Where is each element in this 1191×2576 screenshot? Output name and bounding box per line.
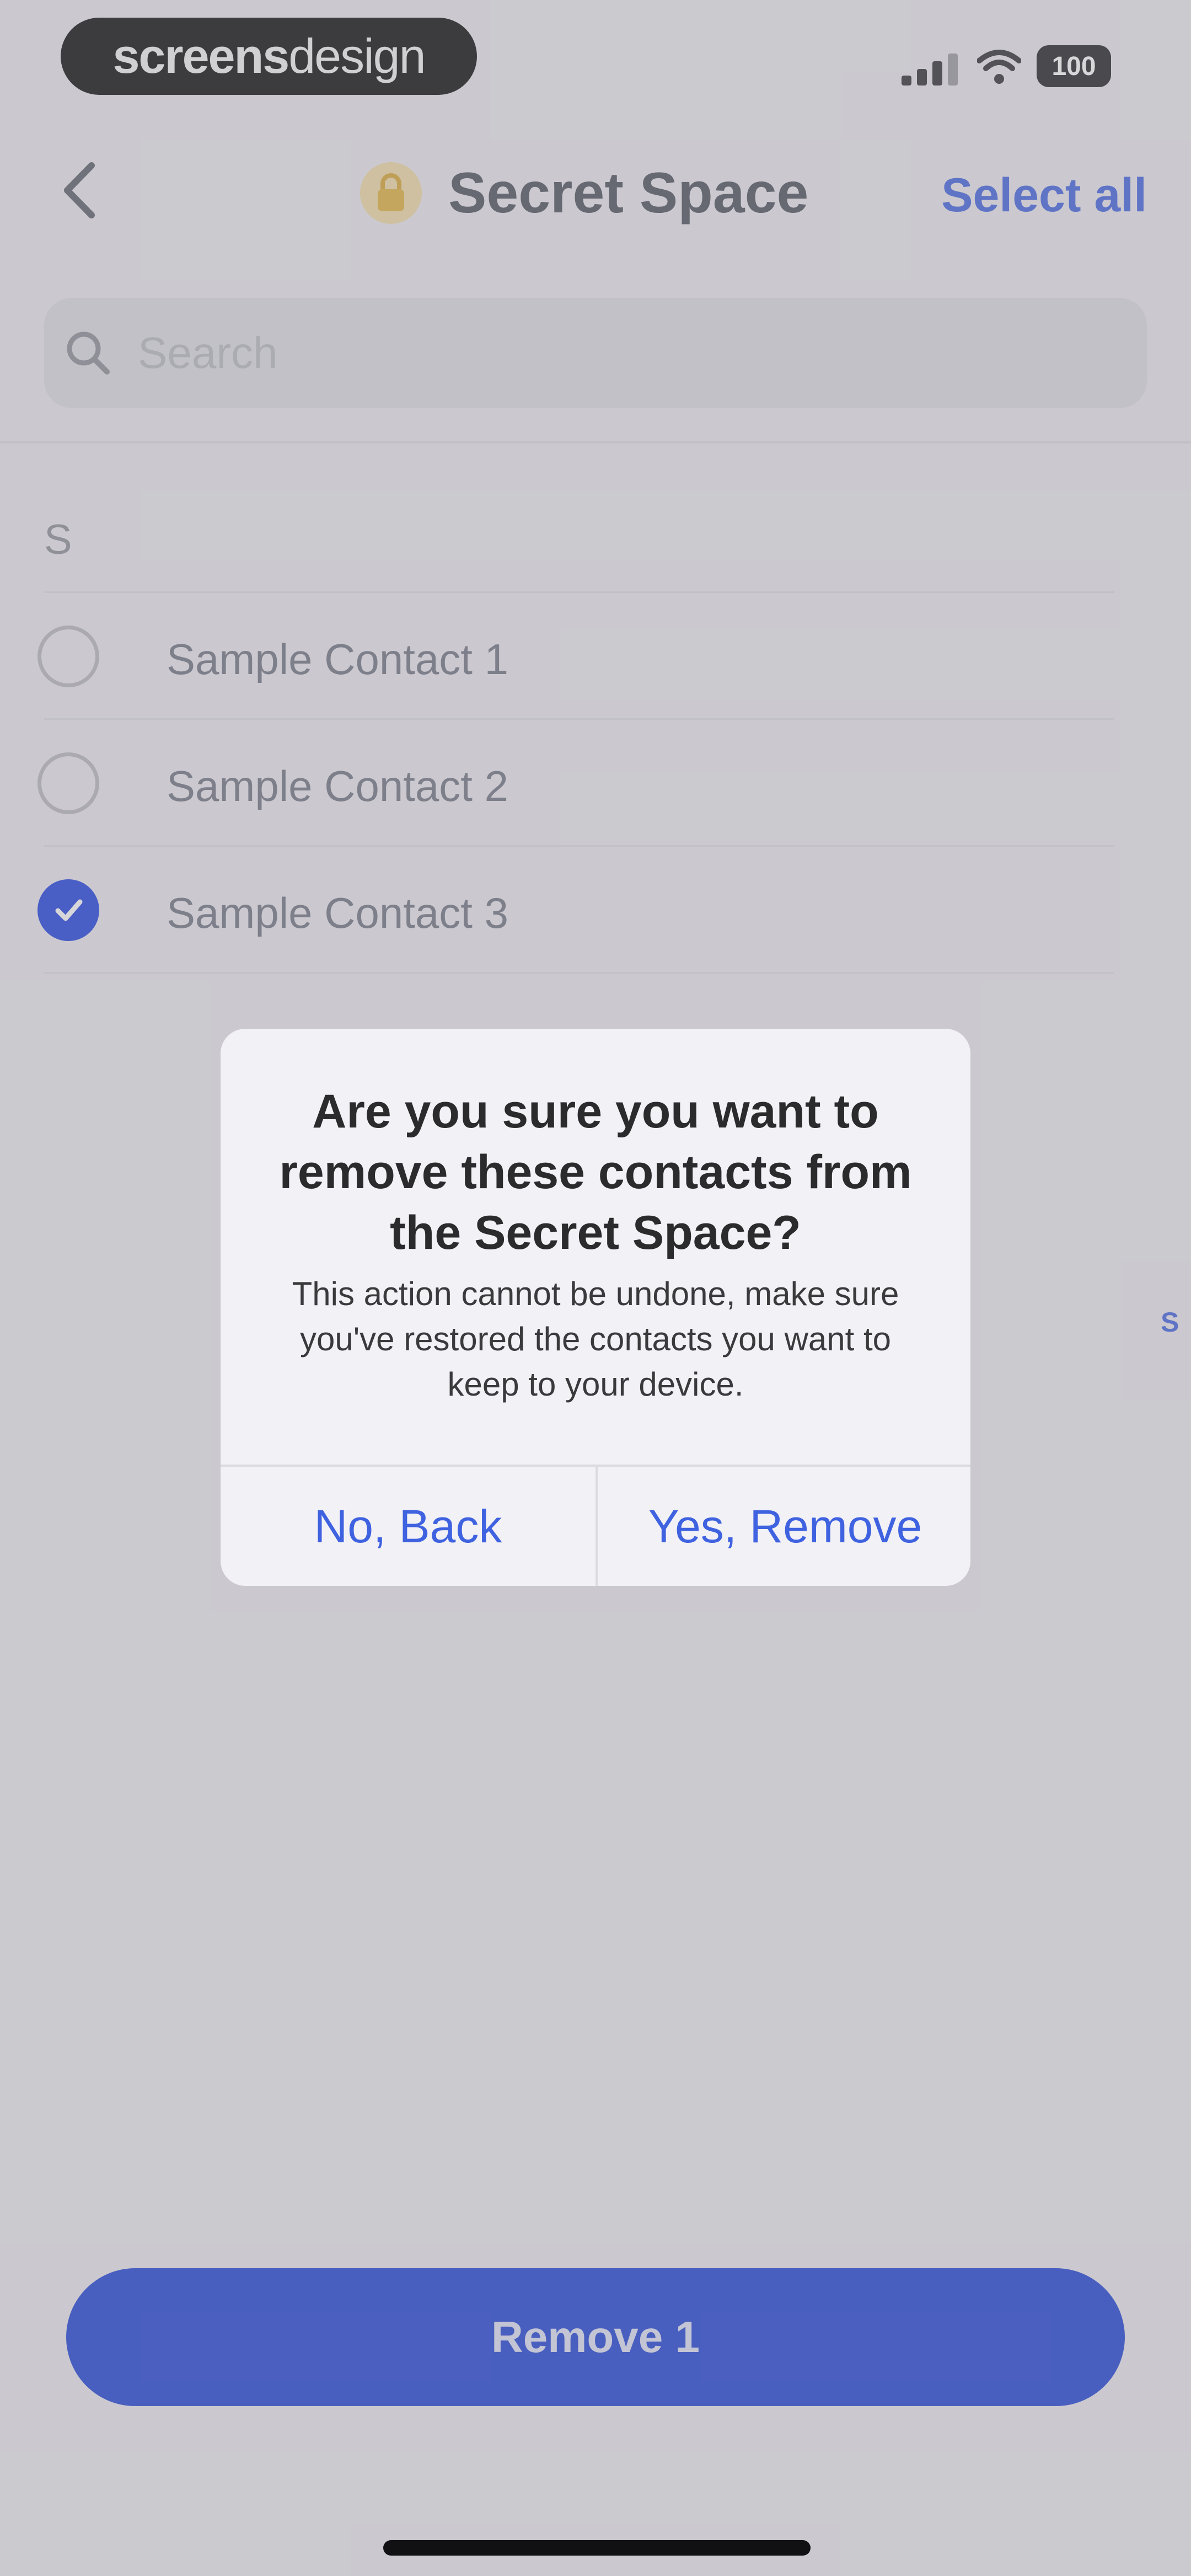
confirm-remove-dialog: Are you sure you want to remove these co… <box>221 1029 970 1586</box>
no-back-button[interactable]: No, Back <box>221 1467 596 1586</box>
yes-remove-button[interactable]: Yes, Remove <box>598 1467 970 1586</box>
dialog-message: This action cannot be undone, make sure … <box>292 1275 899 1403</box>
dialog-title: Are you sure you want to remove these co… <box>279 1085 912 1259</box>
screen: screens design 100 Secret Space Select a… <box>0 0 1191 2576</box>
home-indicator[interactable] <box>383 2540 811 2556</box>
